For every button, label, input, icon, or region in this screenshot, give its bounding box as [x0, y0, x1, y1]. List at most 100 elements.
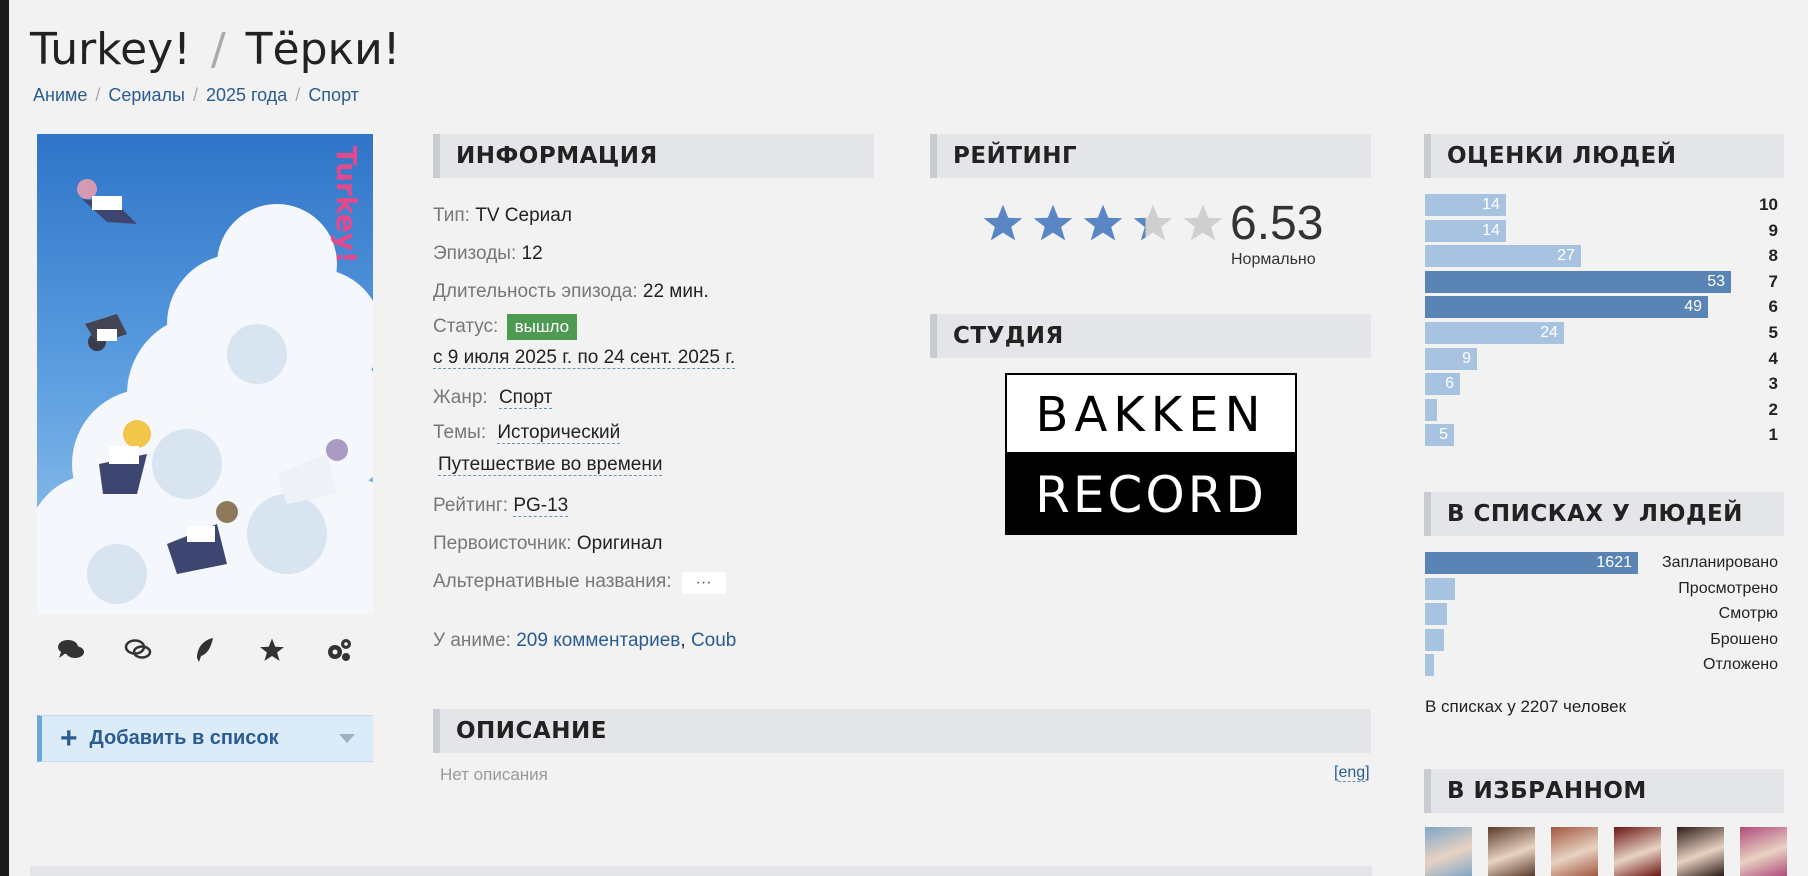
rating-word: Нормально — [1231, 251, 1316, 268]
score-label: 6 — [1768, 297, 1778, 317]
score-row: 49 6 — [1425, 295, 1783, 321]
score-label: 5 — [1768, 322, 1778, 342]
list-row: 1621 Запланировано — [1425, 551, 1783, 577]
score-bar: 27 — [1425, 245, 1581, 268]
avatar[interactable] — [1551, 827, 1598, 876]
poster-image[interactable]: Turkey! — [37, 134, 373, 614]
genre-link[interactable]: Спорт — [498, 387, 553, 409]
list-label: Просмотрено — [1678, 579, 1778, 597]
score-label: 2 — [1768, 399, 1778, 419]
settings-gears-icon[interactable] — [321, 632, 357, 668]
list-bar — [1425, 654, 1434, 677]
info-status: Статус: вышло — [433, 311, 735, 343]
coub-link[interactable]: Coub — [691, 630, 736, 651]
list-row: Просмотрено — [1425, 577, 1783, 603]
eng-link-wrap: [eng] — [1334, 764, 1370, 782]
score-row: 14 10 — [1425, 193, 1783, 219]
people-lists-header: В СПИСКАХ У ЛЮДЕЙ — [1424, 492, 1784, 536]
info-block: Тип: TV Сериал Эпизоды: 12 Длительность … — [433, 197, 736, 601]
studio-header: СТУДИЯ — [930, 314, 1371, 358]
rating-star-icon — [983, 204, 1023, 241]
next-section-header — [30, 866, 1372, 876]
score-label: 9 — [1768, 220, 1778, 240]
list-row: Отложено — [1425, 653, 1783, 679]
breadcrumb-anime[interactable]: Аниме — [33, 85, 87, 105]
score-label: 1 — [1768, 425, 1778, 445]
list-bar: 1621 — [1425, 552, 1638, 574]
breadcrumb-separator: / — [192, 85, 198, 105]
score-bar: 9 — [1425, 347, 1477, 370]
info-header: ИНФОРМАЦИЯ — [433, 134, 874, 178]
list-bar — [1425, 577, 1455, 600]
breadcrumb-series[interactable]: Сериалы — [108, 85, 185, 105]
score-row: 14 9 — [1425, 219, 1783, 245]
list-bar — [1425, 628, 1444, 651]
score-bar: 6 — [1425, 373, 1460, 396]
list-label: Запланировано — [1662, 554, 1778, 571]
avatar[interactable] — [1614, 827, 1661, 876]
score-bar: 14 — [1425, 219, 1506, 242]
info-episodes: Эпизоды: 12 — [433, 243, 543, 264]
add-to-list-button[interactable]: + Добавить в список — [37, 715, 373, 762]
score-label: 8 — [1768, 246, 1778, 266]
studio-logo-top: BAKKEN — [1036, 387, 1267, 443]
plus-icon: + — [60, 721, 78, 755]
poster-actions — [37, 632, 373, 668]
people-scores-header: ОЦЕНКИ ЛЮДЕЙ — [1424, 134, 1784, 178]
breadcrumb-genre[interactable]: Спорт — [308, 85, 359, 105]
list-label: Брошено — [1710, 630, 1778, 648]
favorites-header: В ИЗБРАННОМ — [1424, 769, 1784, 813]
favorites-avatars — [1425, 827, 1787, 876]
info-dates: с 9 июля 2025 г. по 24 сент. 2025 г. — [433, 347, 736, 369]
alt-names-toggle[interactable]: ··· — [681, 572, 726, 594]
discussion-icon[interactable] — [120, 632, 156, 668]
info-rating: Рейтинг: PG-13 — [433, 495, 569, 517]
review-icon[interactable] — [187, 632, 223, 668]
score-row: 94 — [1425, 347, 1783, 373]
info-source: Первоисточник: Оригинал — [433, 533, 663, 554]
anime-links: У аниме: 209 комментариев, Coub — [433, 630, 737, 651]
title-separator: / — [210, 24, 226, 75]
age-rating-link[interactable]: PG-13 — [513, 495, 569, 517]
score-row: 53 7 — [1425, 270, 1783, 296]
lists-total: В списках у 2207 человек — [1425, 697, 1627, 716]
score-bar: 5 — [1425, 424, 1454, 447]
info-genre: Жанр: Спорт — [433, 387, 553, 409]
rating-star-icon — [1033, 204, 1073, 241]
title-english: Turkey! — [30, 24, 191, 75]
score-bar: 49 — [1425, 296, 1708, 319]
svg-text:Turkey!: Turkey! — [330, 146, 363, 264]
title-russian: Тёрки! — [245, 24, 401, 75]
theme-link[interactable]: Исторический — [497, 422, 621, 444]
avatar[interactable] — [1488, 827, 1535, 876]
comments-link[interactable]: 209 комментариев — [516, 630, 680, 651]
add-to-list-label: Добавить в список — [89, 727, 279, 749]
studio-logo[interactable]: BAKKEN RECORD — [1005, 373, 1297, 535]
avatar[interactable] — [1740, 827, 1787, 876]
avatar[interactable] — [1425, 827, 1472, 876]
score-row: 51 — [1425, 423, 1783, 449]
rating-score: 6.53 — [1230, 197, 1324, 250]
rating-star-icon — [1183, 204, 1223, 241]
status-badge: вышло — [506, 314, 578, 340]
score-bar: 24 — [1425, 321, 1564, 344]
theme-link[interactable]: Путешествие во времени — [438, 454, 663, 476]
eng-link[interactable]: eng — [1338, 764, 1366, 782]
score-row: 2 — [1425, 398, 1783, 424]
list-bar — [1425, 603, 1447, 626]
people-scores-chart: 14 10 14 9 27 8 53 7 49 6 24 5 9 4 6 3 2 5 1 — [1425, 193, 1783, 449]
breadcrumb-year[interactable]: 2025 года — [206, 85, 287, 105]
info-themes-2: Путешествие во времени — [433, 449, 735, 481]
chevron-down-icon[interactable] — [339, 734, 355, 743]
page-title: Turkey! / Тёрки! — [30, 24, 400, 75]
comments-icon[interactable] — [53, 632, 89, 668]
score-label: 10 — [1759, 195, 1778, 214]
score-row: 24 5 — [1425, 321, 1783, 347]
avatar[interactable] — [1677, 827, 1724, 876]
breadcrumb-separator: / — [295, 85, 301, 105]
list-row: Смотрю — [1425, 602, 1783, 628]
rating-star-icon — [1133, 204, 1173, 241]
favorite-star-icon[interactable] — [254, 632, 290, 668]
left-edge — [0, 0, 9, 876]
info-duration: Длительность эпизода: 22 мин. — [433, 281, 709, 302]
